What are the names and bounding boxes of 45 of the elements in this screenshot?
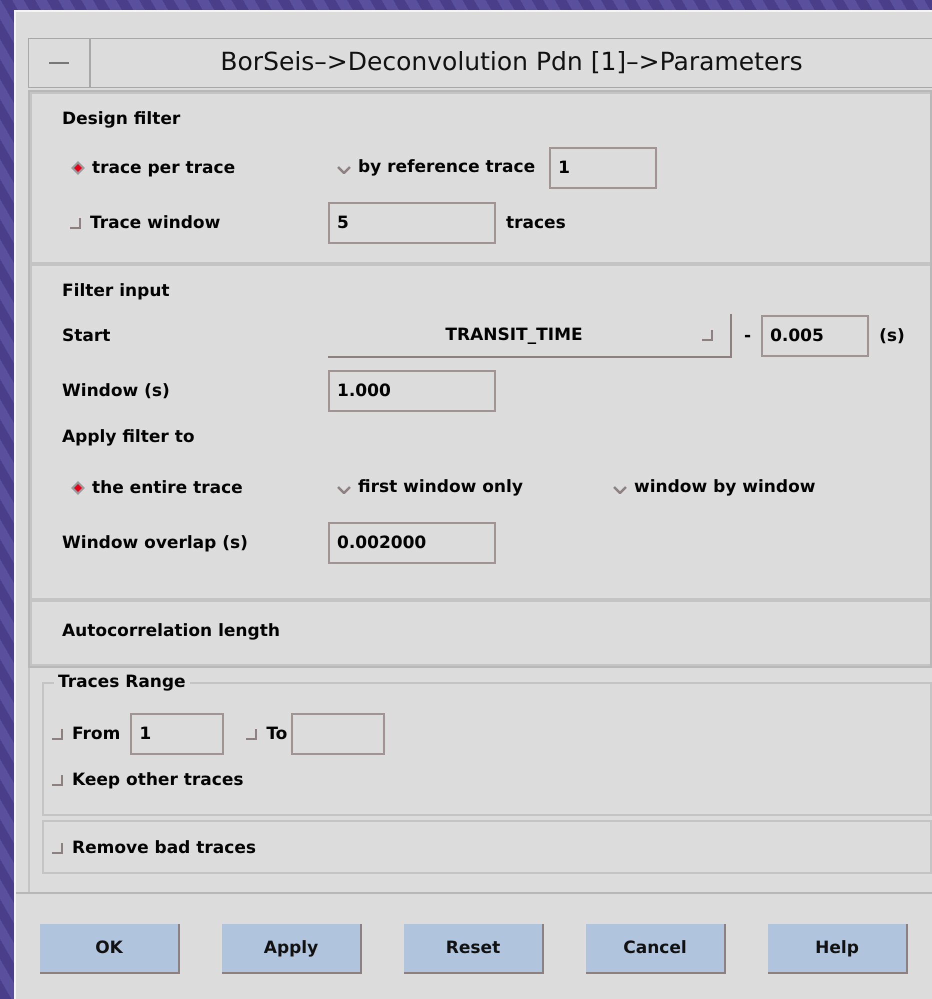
checkbox[interactable] (68, 216, 82, 230)
checkbox[interactable] (244, 727, 258, 741)
unit-label: (s) (879, 326, 905, 346)
dialog-button[interactable]: Reset (404, 924, 544, 974)
radio-label: window by window (634, 477, 816, 497)
radio-label: by reference trace (358, 157, 536, 177)
checkbox-label: To (266, 724, 288, 744)
input-field[interactable]: 0.005 (761, 315, 870, 357)
field-label: Start (62, 326, 110, 346)
input-field[interactable]: 1 (130, 713, 224, 755)
checkbox[interactable] (50, 727, 64, 741)
dialog-button[interactable]: OK (40, 924, 180, 974)
window-title: BorSeis–>Deconvolution Pdn [1]–>Parameters (219, 46, 804, 78)
input-field[interactable]: 5 (328, 202, 496, 244)
input-field[interactable] (291, 713, 386, 755)
dialog-button[interactable]: Apply (222, 924, 362, 974)
input-field[interactable]: 1 (549, 147, 658, 189)
minus-sign: - (744, 326, 752, 346)
checkbox-label: Trace window (90, 213, 220, 233)
dialog-button[interactable]: Help (768, 924, 908, 974)
chevron-icon[interactable] (337, 166, 351, 174)
radio-label: first window only (358, 477, 523, 497)
checkbox-label: From (72, 724, 120, 744)
checkbox-label: Remove bad traces (72, 838, 256, 858)
radio-label: trace per trace (92, 158, 236, 178)
radio-label: the entire trace (92, 478, 243, 498)
field-label: Window overlap (s) (62, 533, 248, 553)
dialog-button[interactable]: Cancel (586, 924, 726, 974)
field-label: Window (s) (62, 381, 170, 401)
dropdown[interactable]: TRANSIT_TIME (328, 314, 732, 358)
chevron-icon[interactable] (613, 486, 627, 494)
section-heading: Filter input (62, 280, 171, 302)
checkbox-label: Keep other traces (72, 770, 244, 790)
section-heading: Apply filter to (62, 426, 196, 448)
checkbox[interactable] (50, 773, 64, 787)
diamond-icon[interactable] (70, 160, 86, 176)
input-field[interactable]: 1.000 (328, 370, 496, 412)
section-heading: Design filter (62, 108, 182, 130)
diamond-icon[interactable] (70, 480, 86, 496)
unit-label: traces (506, 213, 566, 233)
section-heading: Autocorrelation length (62, 620, 281, 642)
dropdown-icon (700, 328, 714, 342)
checkbox[interactable] (50, 841, 64, 855)
input-field[interactable]: 0.002000 (328, 522, 496, 564)
chevron-icon[interactable] (337, 486, 351, 494)
